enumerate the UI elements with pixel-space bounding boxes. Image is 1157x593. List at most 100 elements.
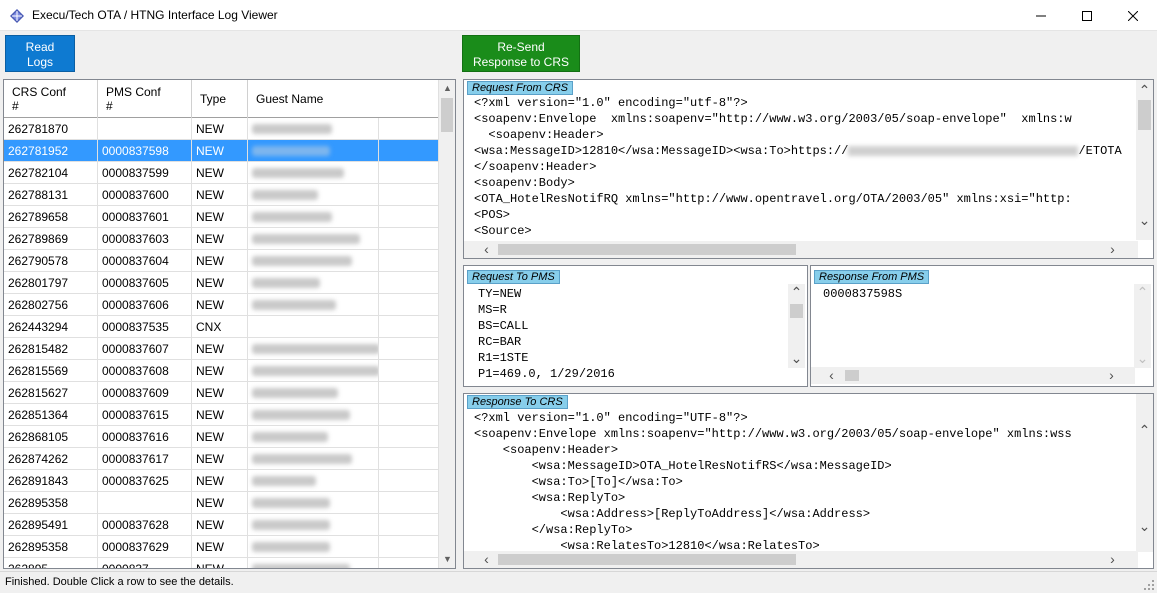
url-tail: /ETOTA [1078, 144, 1122, 158]
column-header-crs-conf[interactable]: CRS Conf # [4, 80, 98, 118]
pms-conf-cell: 0000837629 [98, 536, 192, 558]
table-row[interactable]: 262802756 0000837606 NEW [4, 294, 438, 316]
scroll-thumb[interactable] [1138, 100, 1151, 130]
pms-conf-cell: 0000837603 [98, 228, 192, 250]
scroll-thumb[interactable] [498, 244, 796, 255]
response-from-pms-hscroll[interactable]: ‹ › [811, 367, 1135, 384]
pms-conf-cell: 0000837599 [98, 162, 192, 184]
close-icon [1128, 10, 1138, 21]
maximize-button[interactable] [1064, 0, 1110, 31]
response-to-crs-vscroll[interactable]: ⌃ ⌄ [1136, 394, 1153, 552]
type-cell: NEW [192, 470, 248, 492]
guest-name-cell [248, 250, 379, 272]
response-from-pms-text[interactable]: 0000837598S [823, 286, 1133, 366]
table-row[interactable]: 262782104 0000837599 NEW [4, 162, 438, 184]
scroll-down-icon[interactable]: ⌄ [1136, 212, 1153, 229]
scroll-right-icon[interactable]: › [1103, 367, 1120, 384]
table-row[interactable]: 262815627 0000837609 NEW [4, 382, 438, 404]
response-to-crs-panel[interactable]: Response To CRS <?xml version="1.0" enco… [463, 393, 1154, 569]
scroll-thumb[interactable] [441, 98, 453, 132]
column-header-pms-conf[interactable]: PMS Conf # [98, 80, 192, 118]
scroll-down-icon[interactable]: ▼ [439, 551, 455, 568]
grid-vertical-scrollbar[interactable]: ▲ ▼ [438, 80, 455, 568]
table-row[interactable]: 262781870 NEW [4, 118, 438, 140]
table-row[interactable]: 262788131 0000837600 NEW [4, 184, 438, 206]
request-to-pms-vscroll[interactable]: ⌃ ⌄ [788, 284, 805, 368]
type-cell: NEW [192, 228, 248, 250]
column-header-type[interactable]: Type [192, 80, 248, 118]
code-line: </soapenv:Header> [474, 160, 597, 174]
scroll-up-icon[interactable]: ⌃ [1134, 284, 1151, 301]
table-row[interactable]: 262874262 0000837617 NEW [4, 448, 438, 470]
scroll-right-icon[interactable]: › [1104, 241, 1121, 258]
scroll-left-icon[interactable]: ‹ [478, 241, 495, 258]
scroll-thumb[interactable] [845, 370, 859, 381]
pms-conf-cell: 0000837628 [98, 514, 192, 536]
crs-conf-cell: 262789658 [4, 206, 98, 228]
table-row[interactable]: 262801797 0000837605 NEW [4, 272, 438, 294]
scroll-thumb[interactable] [498, 554, 796, 565]
crs-conf-cell: 262443294 [4, 316, 98, 338]
type-cell: NEW [192, 426, 248, 448]
table-row[interactable]: 262789869 0000837603 NEW [4, 228, 438, 250]
response-to-crs-text[interactable]: <?xml version="1.0" encoding="UTF-8"?> <s… [474, 410, 1136, 554]
crs-conf-cell: 262815627 [4, 382, 98, 404]
scroll-left-icon[interactable]: ‹ [478, 551, 495, 568]
guest-name-cell [248, 140, 379, 162]
table-row[interactable]: 262895491 0000837628 NEW [4, 514, 438, 536]
scroll-right-icon[interactable]: › [1104, 551, 1121, 568]
scroll-up-icon[interactable]: ⌃ [788, 284, 805, 301]
close-button[interactable] [1110, 0, 1156, 31]
table-row[interactable]: 262851364 0000837615 NEW [4, 404, 438, 426]
scroll-thumb[interactable] [790, 304, 803, 318]
table-row[interactable]: 262895358 NEW [4, 492, 438, 514]
scroll-up-icon[interactable]: ⌃ [1136, 422, 1153, 439]
type-cell: NEW [192, 184, 248, 206]
scroll-up-icon[interactable]: ▲ [439, 80, 455, 97]
guest-name-cell [248, 338, 379, 360]
request-to-pms-panel[interactable]: Request To PMS TY=NEW MS=R BS=CALL RC=BAR R1… [463, 265, 808, 387]
request-from-crs-panel[interactable]: Request From CRS <?xml version="1.0" enc… [463, 79, 1154, 259]
guest-name-cell [248, 228, 379, 250]
type-cell: NEW [192, 118, 248, 140]
table-row[interactable]: 262781952 0000837598 NEW [4, 140, 438, 162]
table-row[interactable]: 262443294 0000837535 CNX [4, 316, 438, 338]
resize-grip-icon[interactable] [1143, 579, 1155, 591]
request-from-crs-hscroll[interactable]: ‹ › [464, 241, 1138, 258]
response-from-pms-panel[interactable]: Response From PMS 0000837598S ⌃ ⌄ ‹ › [810, 265, 1154, 387]
resend-response-button[interactable]: Re-Send Response to CRS [462, 35, 580, 72]
scroll-down-icon[interactable]: ⌄ [788, 350, 805, 367]
response-from-pms-vscroll[interactable]: ⌃ ⌄ [1134, 284, 1151, 368]
request-from-crs-vscroll[interactable]: ⌃ ⌄ [1136, 80, 1153, 240]
type-cell: NEW [192, 206, 248, 228]
read-logs-button[interactable]: Read Logs [5, 35, 75, 72]
scroll-down-icon[interactable]: ⌄ [1136, 518, 1153, 535]
table-row[interactable]: 262895...0000837...NEW [4, 558, 438, 568]
table-row[interactable]: 262789658 0000837601 NEW [4, 206, 438, 228]
guest-name-cell [248, 294, 379, 316]
crs-conf-cell: 262782104 [4, 162, 98, 184]
response-to-crs-hscroll[interactable]: ‹ › [464, 551, 1138, 568]
scroll-down-icon[interactable]: ⌄ [1134, 350, 1151, 367]
table-row[interactable]: 262815569 0000837608 NEW [4, 360, 438, 382]
table-row[interactable]: 262815482 0000837607 NEW [4, 338, 438, 360]
table-row[interactable]: 262868105 0000837616 NEW [4, 426, 438, 448]
request-from-crs-text[interactable]: <?xml version="1.0" encoding="utf-8"?> <s… [474, 95, 1136, 239]
table-row[interactable]: 262895358 0000837629 NEW [4, 536, 438, 558]
grid-header: CRS Conf # PMS Conf # Type Guest Name [4, 80, 438, 118]
crs-conf-cell: 262788131 [4, 184, 98, 206]
crs-conf-cell: 262851364 [4, 404, 98, 426]
log-grid[interactable]: CRS Conf # PMS Conf # Type Guest Name 26… [3, 79, 456, 569]
table-row[interactable]: 262790578 0000837604 NEW [4, 250, 438, 272]
table-row[interactable]: 262891843 0000837625 NEW [4, 470, 438, 492]
scroll-up-icon[interactable]: ⌃ [1136, 82, 1153, 99]
scroll-left-icon[interactable]: ‹ [823, 367, 840, 384]
type-cell: NEW [192, 140, 248, 162]
column-header-guest-name[interactable]: Guest Name [248, 80, 438, 118]
guest-name-cell [248, 162, 379, 184]
minimize-button[interactable] [1018, 0, 1064, 31]
type-cell: NEW [192, 360, 248, 382]
request-to-pms-text[interactable]: TY=NEW MS=R BS=CALL RC=BAR R1=1STE P1=469.0, … [478, 286, 788, 382]
pms-conf-cell: 0000837604 [98, 250, 192, 272]
guest-name-cell [248, 514, 379, 536]
